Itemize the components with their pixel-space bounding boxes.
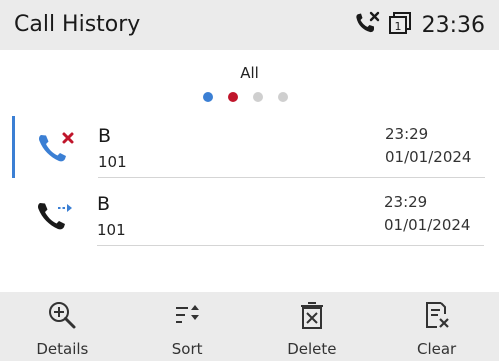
- missed-call-icon: [37, 130, 77, 166]
- call-time: 23:29: [384, 193, 428, 211]
- details-label: Details: [36, 340, 89, 358]
- call-row[interactable]: B 101 23:29 01/01/2024: [12, 116, 485, 178]
- page-counter-value: 1: [394, 20, 401, 33]
- clock: 23:36: [421, 12, 485, 38]
- contact-number: 101: [98, 153, 127, 171]
- softkey-bar: Details Sort Delete Clear: [0, 292, 499, 361]
- contact-name: B: [98, 125, 112, 147]
- filter-label: All: [240, 64, 259, 82]
- page-title: Call History: [14, 12, 141, 37]
- trash-icon: [297, 300, 327, 330]
- sort-button[interactable]: Sort: [125, 292, 250, 361]
- missed-call-status-icon: [354, 11, 380, 39]
- details-button[interactable]: Details: [0, 292, 125, 361]
- clear-button[interactable]: Clear: [374, 292, 499, 361]
- zoom-in-icon: [47, 300, 77, 330]
- forwarded-call-icon: [36, 198, 76, 234]
- page-dot[interactable]: [228, 92, 238, 102]
- page-dot[interactable]: [203, 92, 213, 102]
- clear-list-icon: [422, 300, 452, 330]
- clear-label: Clear: [417, 340, 457, 358]
- call-date: 01/01/2024: [385, 148, 472, 166]
- call-row[interactable]: B 101 23:29 01/01/2024: [14, 184, 484, 246]
- call-time: 23:29: [385, 125, 429, 143]
- title-bar: Call History 1 23:36: [0, 0, 499, 50]
- contact-number: 101: [97, 221, 126, 239]
- call-date: 01/01/2024: [384, 216, 471, 234]
- page-dot[interactable]: [278, 92, 288, 102]
- delete-label: Delete: [287, 340, 337, 358]
- page-dot[interactable]: [253, 92, 263, 102]
- page-counter-icon: 1: [388, 11, 412, 39]
- row-divider: [97, 245, 484, 246]
- sort-icon: [172, 300, 202, 330]
- contact-name: B: [97, 193, 111, 215]
- status-area: 1 23:36: [354, 0, 485, 50]
- page-indicator: [203, 92, 288, 102]
- sort-label: Sort: [171, 340, 203, 358]
- delete-button[interactable]: Delete: [250, 292, 375, 361]
- row-divider: [98, 177, 485, 178]
